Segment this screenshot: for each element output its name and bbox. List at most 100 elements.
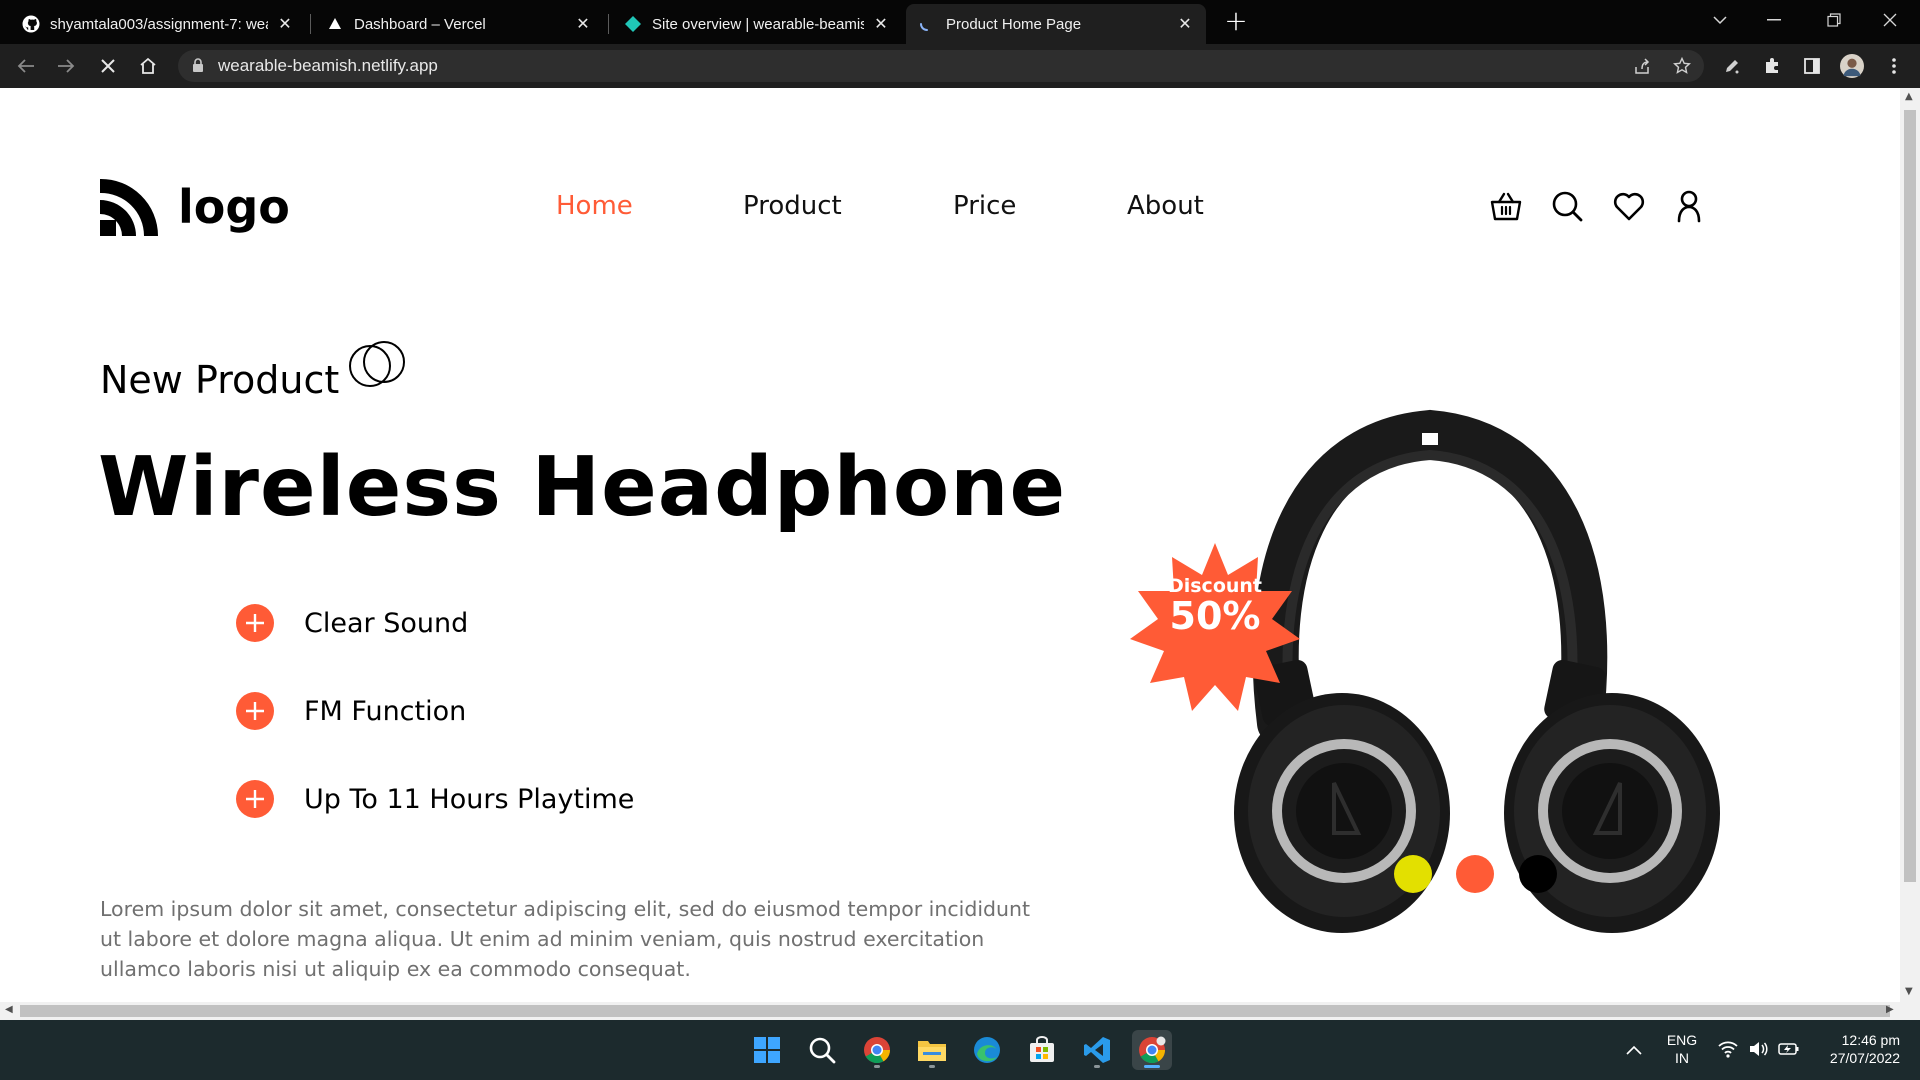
region-code: IN [1675, 1050, 1689, 1066]
profile-avatar[interactable] [1840, 54, 1864, 78]
discount-value: 50% [1169, 594, 1261, 638]
lock-icon[interactable] [192, 58, 204, 77]
home-button[interactable] [134, 52, 162, 80]
color-swatch-black[interactable] [1519, 855, 1557, 893]
tab-vercel[interactable]: Dashboard – Vercel ✕ [314, 4, 604, 44]
site-logo[interactable]: logo [98, 176, 290, 238]
feature-item: FM Function [236, 692, 466, 730]
battery-icon [1778, 1043, 1799, 1055]
nav-home[interactable]: Home [556, 191, 633, 221]
plus-icon [236, 692, 274, 730]
vertical-scrollbar[interactable]: ▲ ▼ [1900, 88, 1920, 1002]
feature-label: Clear Sound [304, 607, 469, 639]
basket-icon[interactable] [1489, 189, 1523, 223]
plus-icon [236, 780, 274, 818]
user-icon[interactable] [1672, 189, 1706, 223]
language-code: ENG [1666, 1032, 1698, 1048]
nav-about[interactable]: About [1127, 191, 1204, 221]
tab-separator [310, 14, 311, 34]
chevron-down-icon [1713, 16, 1727, 25]
color-swatch-orange[interactable] [1456, 855, 1494, 893]
tab-title: Dashboard – Vercel [354, 15, 486, 33]
color-swatch-yellow[interactable] [1394, 855, 1432, 893]
new-tab-button[interactable]: + [1222, 4, 1250, 37]
tab-github[interactable]: shyamtala003/assignment-7: wea ✕ [10, 4, 306, 44]
browser-toolbar: wearable-beamish.netlify.app [0, 44, 1920, 88]
url-text: wearable-beamish.netlify.app [218, 56, 438, 75]
hero-title: Wireless Headphone [98, 440, 1067, 535]
forward-button[interactable] [52, 52, 80, 80]
minimize-icon [1767, 19, 1781, 21]
github-icon [22, 15, 40, 33]
tab-title: shyamtala003/assignment-7: wea [50, 15, 268, 33]
chrome-canary-icon[interactable] [1132, 1030, 1172, 1070]
scroll-up-icon[interactable]: ▲ [1905, 91, 1913, 102]
hero-eyebrow: New Product [100, 358, 340, 402]
tab-separator [608, 14, 609, 34]
stop-loading-button[interactable] [94, 52, 122, 80]
tray-overflow-icon[interactable] [1626, 1040, 1642, 1059]
share-icon[interactable] [1632, 56, 1652, 76]
wifi-icon [1718, 1041, 1738, 1058]
clock[interactable]: 12:46 pm 27/07/2022 [1810, 1032, 1900, 1066]
netlify-icon [624, 15, 642, 33]
close-icon[interactable]: ✕ [574, 15, 592, 33]
star-icon[interactable] [1672, 56, 1692, 76]
close-icon [101, 59, 115, 73]
pen-extension-icon[interactable] [1720, 54, 1744, 78]
input-language[interactable]: ENG IN [1662, 1032, 1702, 1066]
vscode-icon[interactable] [1077, 1030, 1117, 1070]
close-icon[interactable]: ✕ [276, 15, 294, 33]
address-bar[interactable]: wearable-beamish.netlify.app [178, 50, 1704, 82]
tab-search-button[interactable] [1698, 0, 1742, 40]
home-icon [140, 57, 156, 74]
feature-item: Up To 11 Hours Playtime [236, 780, 634, 818]
scroll-right-icon[interactable]: ▶ [1886, 1004, 1894, 1015]
running-indicator [874, 1065, 880, 1068]
running-indicator [1094, 1065, 1100, 1068]
horizontal-scrollbar[interactable]: ◀ ▶ [0, 1002, 1920, 1020]
restore-icon [1827, 13, 1841, 27]
scroll-down-icon[interactable]: ▼ [1905, 986, 1913, 997]
back-button[interactable] [12, 52, 40, 80]
minimize-button[interactable] [1752, 0, 1796, 40]
logo-text: logo [178, 180, 290, 234]
horizontal-scroll-thumb[interactable] [20, 1005, 1890, 1017]
tab-netlify[interactable]: Site overview | wearable-beamish ✕ [612, 4, 902, 44]
chrome-icon[interactable] [857, 1030, 897, 1070]
file-explorer-icon[interactable] [912, 1030, 952, 1070]
microsoft-store-icon[interactable] [1022, 1030, 1062, 1070]
extensions-puzzle-icon[interactable] [1760, 54, 1784, 78]
plus-icon [236, 604, 274, 642]
edge-icon[interactable] [967, 1030, 1007, 1070]
heart-icon[interactable] [1612, 189, 1646, 223]
restore-button[interactable] [1812, 0, 1856, 40]
menu-kebab-icon[interactable] [1882, 54, 1906, 78]
close-icon[interactable]: ✕ [872, 15, 890, 33]
search-icon[interactable] [1550, 189, 1584, 223]
windows-start-icon[interactable] [747, 1030, 787, 1070]
arrow-left-icon [17, 59, 34, 73]
search-icon[interactable] [802, 1030, 842, 1070]
feature-item: Clear Sound [236, 604, 468, 642]
running-indicator [929, 1065, 935, 1068]
system-tray-status[interactable] [1718, 1040, 1800, 1058]
close-icon [1883, 13, 1897, 27]
nav-product[interactable]: Product [743, 191, 842, 221]
hero-description: Lorem ipsum dolor sit amet, consectetur … [100, 897, 1031, 981]
vercel-icon [326, 15, 344, 33]
scroll-left-icon[interactable]: ◀ [5, 1004, 13, 1015]
close-icon[interactable]: ✕ [1176, 15, 1194, 33]
vertical-scroll-thumb[interactable] [1904, 110, 1916, 882]
arrow-right-icon [58, 59, 75, 73]
clock-time: 12:46 pm [1841, 1032, 1900, 1048]
side-panel-icon[interactable] [1800, 54, 1824, 78]
tab-product-home[interactable]: Product Home Page ✕ [906, 4, 1206, 44]
loading-spinner-icon [918, 15, 936, 33]
close-window-button[interactable] [1868, 0, 1912, 40]
running-indicator [1144, 1065, 1160, 1068]
rings-decoration-icon [349, 341, 405, 387]
volume-icon [1750, 1042, 1768, 1056]
tab-title: Product Home Page [946, 15, 1082, 33]
nav-price[interactable]: Price [953, 191, 1016, 221]
